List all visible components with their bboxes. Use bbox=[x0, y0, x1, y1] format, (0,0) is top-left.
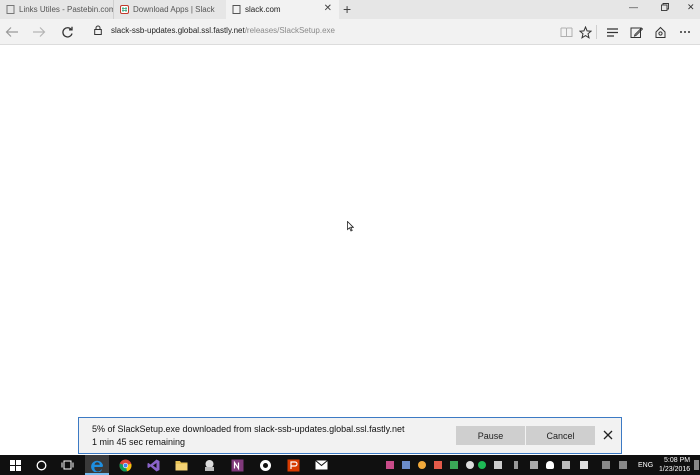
mouse-pointer-icon bbox=[347, 219, 355, 237]
tab-label: Links Utiles - Pastebin.com bbox=[19, 5, 113, 14]
tab-strip: Links Utiles - Pastebin.com Download App… bbox=[0, 0, 700, 19]
lock-icon bbox=[94, 25, 102, 35]
tray-app-icon[interactable] bbox=[418, 461, 426, 469]
chrome-icon[interactable] bbox=[118, 458, 132, 472]
app-icon[interactable] bbox=[202, 458, 216, 472]
keyboard-icon[interactable] bbox=[602, 461, 610, 469]
reading-view-icon[interactable] bbox=[557, 23, 575, 41]
tab-label: slack.com bbox=[245, 5, 281, 14]
clock-date[interactable]: 1/23/2016 bbox=[659, 466, 690, 473]
onenote-icon[interactable] bbox=[230, 458, 244, 472]
edge-icon[interactable] bbox=[90, 458, 104, 472]
tab-slack-download[interactable]: Download Apps | Slack bbox=[113, 0, 226, 19]
web-note-icon[interactable] bbox=[627, 23, 645, 41]
battery-icon[interactable] bbox=[530, 461, 538, 469]
spotify-icon[interactable] bbox=[478, 461, 486, 469]
tray-app-icon[interactable] bbox=[494, 461, 502, 469]
browser-window: Links Utiles - Pastebin.com Download App… bbox=[0, 0, 700, 475]
tab-pastebin[interactable]: Links Utiles - Pastebin.com bbox=[0, 0, 113, 19]
cancel-button[interactable]: Cancel bbox=[526, 426, 595, 445]
toolbar-divider bbox=[596, 25, 597, 39]
page-icon bbox=[232, 5, 241, 14]
notifications-icon[interactable] bbox=[694, 460, 699, 470]
onedrive-icon[interactable] bbox=[546, 461, 554, 469]
app-icon[interactable] bbox=[258, 458, 272, 472]
slack-icon bbox=[120, 5, 129, 14]
visual-studio-icon[interactable] bbox=[146, 458, 160, 472]
clock-time[interactable]: 5:08 PM bbox=[664, 457, 690, 464]
tray-app-icon[interactable] bbox=[434, 461, 442, 469]
taskbar: ENG 5:08 PM 1/23/2016 bbox=[0, 455, 700, 475]
url-host: slack-ssb-updates.global.ssl.fastly.net bbox=[111, 25, 245, 35]
search-icon[interactable] bbox=[34, 458, 48, 472]
mail-icon[interactable] bbox=[314, 458, 328, 472]
url-path: /releases/SlackSetup.exe bbox=[244, 25, 335, 35]
page-content bbox=[0, 46, 700, 455]
tab-slack-com[interactable]: slack.com ✕ bbox=[226, 0, 339, 19]
more-icon[interactable] bbox=[676, 23, 694, 41]
hub-icon[interactable] bbox=[603, 23, 621, 41]
favorite-star-icon[interactable] bbox=[576, 23, 594, 41]
download-status: 5% of SlackSetup.exe downloaded from sla… bbox=[92, 424, 405, 434]
tray-app-icon[interactable] bbox=[450, 461, 458, 469]
pause-button[interactable]: Pause bbox=[456, 426, 525, 445]
forward-button[interactable] bbox=[30, 23, 48, 41]
tray-app-icon[interactable] bbox=[402, 461, 410, 469]
page-icon bbox=[6, 5, 15, 14]
close-window-icon[interactable]: ✕ bbox=[687, 2, 695, 13]
tray-app-icon[interactable] bbox=[619, 461, 627, 469]
minimize-icon[interactable]: — bbox=[629, 2, 638, 12]
close-icon[interactable] bbox=[601, 428, 615, 442]
network-icon[interactable] bbox=[562, 461, 570, 469]
bluetooth-icon[interactable] bbox=[514, 461, 518, 469]
tab-label: Download Apps | Slack bbox=[133, 5, 215, 14]
tray-app-icon[interactable] bbox=[386, 461, 394, 469]
new-tab-button[interactable]: + bbox=[343, 1, 351, 17]
volume-icon[interactable] bbox=[580, 461, 588, 469]
navigation-bar: slack-ssb-updates.global.ssl.fastly.net /… bbox=[0, 19, 700, 45]
task-view-icon[interactable] bbox=[60, 458, 74, 472]
address-bar[interactable]: slack-ssb-updates.global.ssl.fastly.net /… bbox=[94, 25, 335, 35]
download-bar: 5% of SlackSetup.exe downloaded from sla… bbox=[78, 417, 622, 454]
file-explorer-icon[interactable] bbox=[174, 458, 188, 472]
tray-app-icon[interactable] bbox=[466, 461, 474, 469]
restore-icon[interactable] bbox=[661, 3, 669, 13]
language-indicator[interactable]: ENG bbox=[638, 462, 653, 469]
download-time-remaining: 1 min 45 sec remaining bbox=[92, 437, 186, 447]
office-icon[interactable] bbox=[286, 458, 300, 472]
share-icon[interactable] bbox=[651, 23, 669, 41]
back-button[interactable] bbox=[3, 23, 21, 41]
refresh-button[interactable] bbox=[58, 23, 76, 41]
close-tab-icon[interactable]: ✕ bbox=[324, 3, 332, 14]
windows-start-icon[interactable] bbox=[8, 458, 22, 472]
